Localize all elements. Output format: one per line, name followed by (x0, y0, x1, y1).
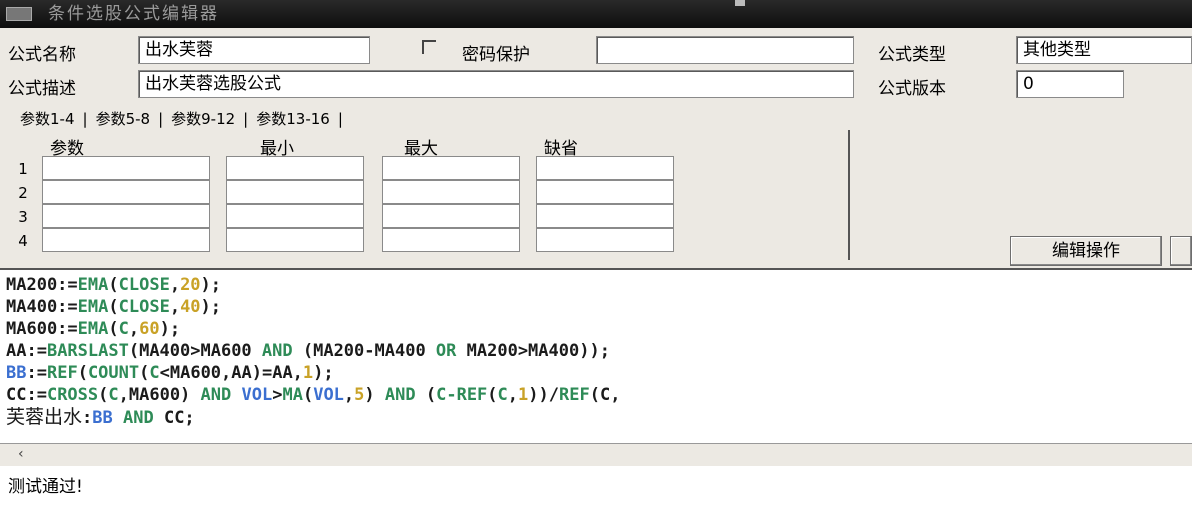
param-max-cell[interactable] (382, 156, 520, 180)
formula-desc-label: 公式描述 (8, 79, 76, 99)
param-row-number: 1 (18, 160, 28, 178)
param-min-cell[interactable] (226, 228, 364, 252)
param-default-cell[interactable] (536, 156, 674, 180)
formula-type-label: 公式类型 (878, 45, 946, 65)
password-input[interactable] (596, 36, 854, 64)
tab-separator: | (158, 110, 164, 128)
param-min-cell[interactable] (226, 156, 364, 180)
param-default-cell[interactable] (536, 228, 674, 252)
formula-name-input[interactable]: 出水芙蓉 (138, 36, 370, 64)
tab-separator: | (337, 110, 343, 128)
formula-version-input[interactable]: 0 (1016, 70, 1124, 98)
window-menu-icon[interactable] (6, 7, 32, 21)
param-name-cell[interactable] (42, 156, 210, 180)
tab-params-13-16[interactable]: 参数13-16 (250, 108, 336, 129)
password-protect-label: 密码保护 (462, 45, 530, 65)
code-line: AA:=BARSLAST(MA400>MA600 AND (MA200-MA40… (6, 341, 610, 361)
formula-desc-input[interactable]: 出水芙蓉选股公式 (138, 70, 854, 98)
title-bar: 条件选股公式编辑器 (0, 0, 1192, 28)
code-line: MA600:=EMA(C,60); (6, 319, 181, 339)
param-max-cell[interactable] (382, 180, 520, 204)
code-line: 芙蓉出水:BB AND CC; (6, 406, 195, 428)
editor-horizontal-scrollbar[interactable]: ‹ (0, 443, 1192, 467)
window-title: 条件选股公式编辑器 (48, 4, 219, 24)
param-default-cell[interactable] (536, 204, 674, 228)
param-name-cell[interactable] (42, 204, 210, 228)
param-row-number: 2 (18, 184, 28, 202)
next-button[interactable] (1170, 236, 1192, 266)
code-line: MA200:=EMA(CLOSE,20); (6, 275, 222, 295)
code-line: MA400:=EMA(CLOSE,40); (6, 297, 222, 317)
scroll-left-icon[interactable]: ‹ (18, 446, 24, 462)
edit-ops-button[interactable]: 编辑操作 (1010, 236, 1162, 266)
compile-status-area: 测试通过! (0, 466, 1192, 510)
title-mark-icon (735, 0, 745, 6)
formula-name-label: 公式名称 (8, 45, 76, 65)
param-min-cell[interactable] (226, 204, 364, 228)
password-protect-checkbox[interactable] (422, 40, 436, 54)
code-editor[interactable]: MA200:=EMA(CLOSE,20); MA400:=EMA(CLOSE,4… (0, 268, 1192, 443)
param-row-number: 4 (18, 232, 28, 250)
tab-separator: | (243, 110, 249, 128)
param-max-cell[interactable] (382, 228, 520, 252)
param-row-number: 3 (18, 208, 28, 226)
status-text: 测试通过! (8, 477, 83, 497)
param-min-cell[interactable] (226, 180, 364, 204)
formula-version-label: 公式版本 (878, 79, 946, 99)
tab-separator: | (82, 110, 88, 128)
param-tabs: 参数1-4 | 参数5-8 | 参数9-12 | 参数13-16 | (14, 108, 345, 129)
formula-type-select[interactable]: 其他类型 (1016, 36, 1192, 64)
param-name-cell[interactable] (42, 228, 210, 252)
param-max-cell[interactable] (382, 204, 520, 228)
code-line: BB:=REF(COUNT(C<MA600,AA)=AA,1); (6, 363, 334, 383)
tab-params-5-8[interactable]: 参数5-8 (90, 108, 157, 129)
tab-params-1-4[interactable]: 参数1-4 (14, 108, 81, 129)
param-default-cell[interactable] (536, 180, 674, 204)
code-line: CC:=CROSS(C,MA600) AND VOL>MA(VOL,5) AND… (6, 385, 621, 405)
tab-params-9-12[interactable]: 参数9-12 (165, 108, 241, 129)
param-name-cell[interactable] (42, 180, 210, 204)
